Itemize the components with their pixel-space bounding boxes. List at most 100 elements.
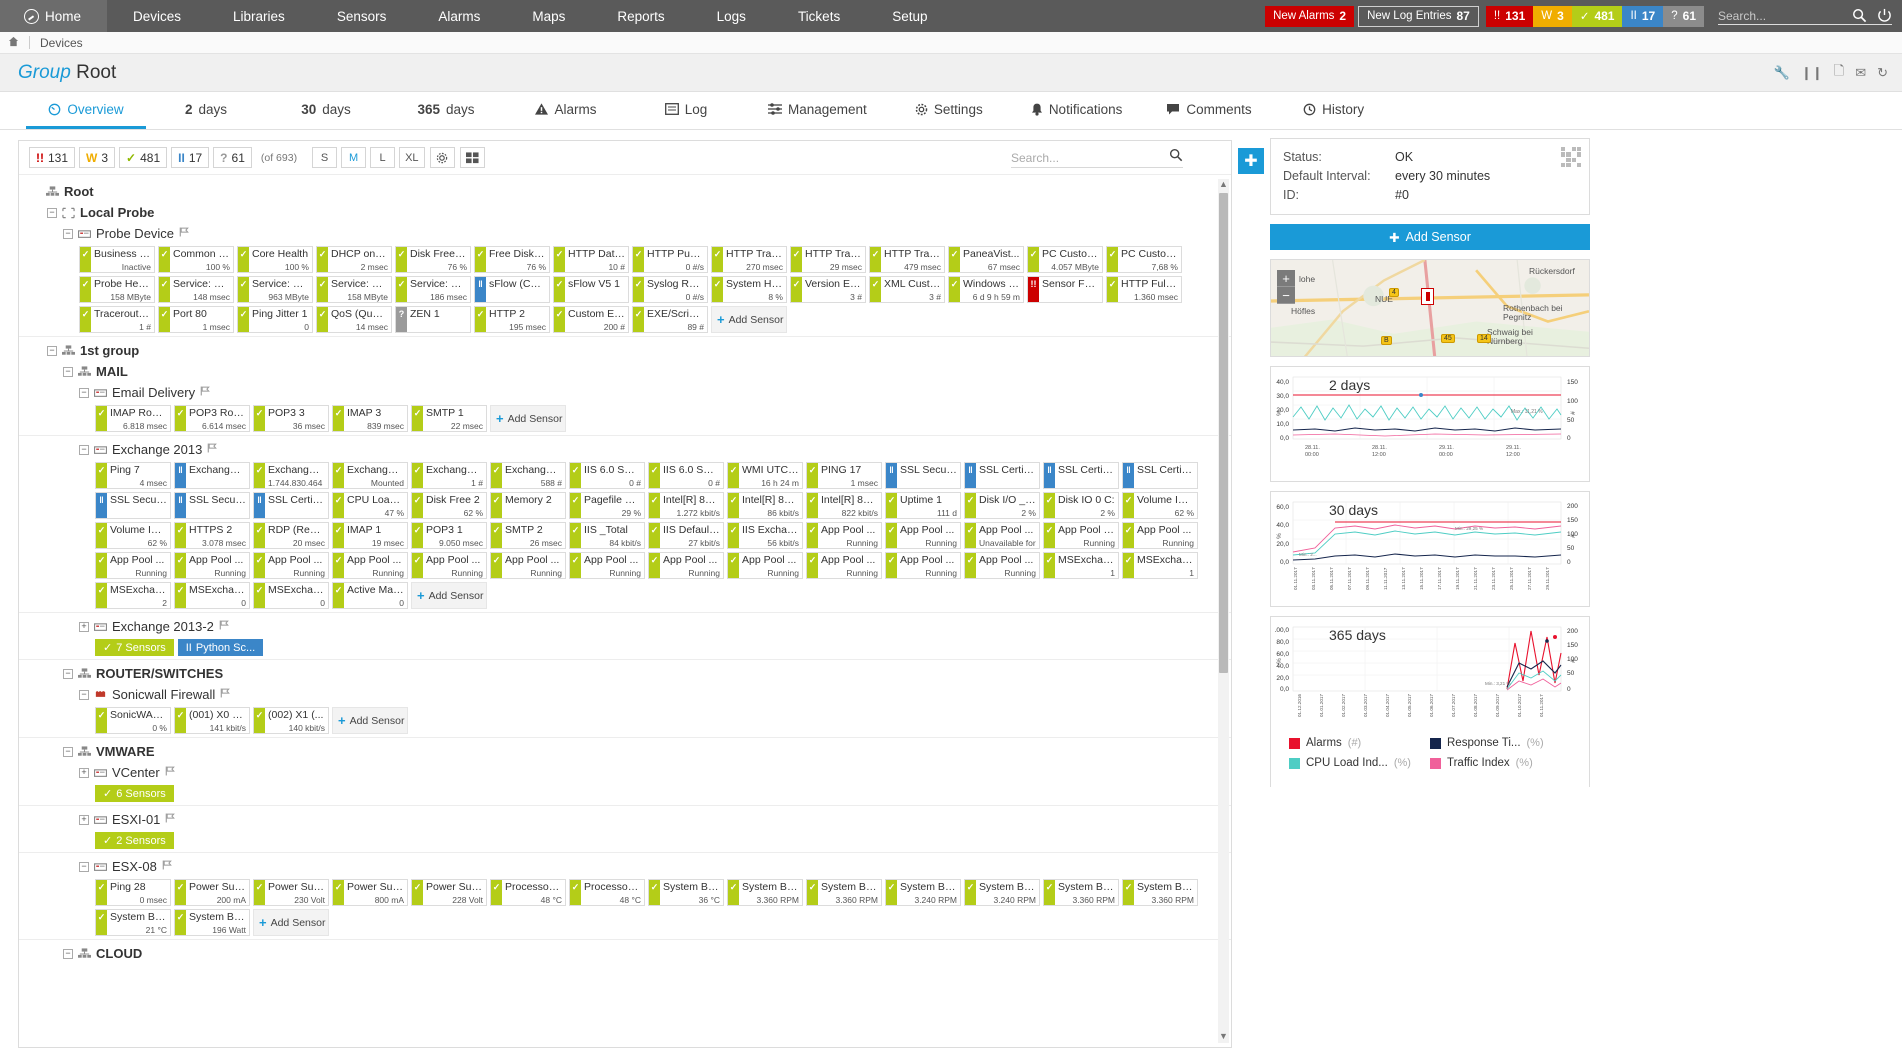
sensor-tile[interactable]: ✓App Pool ...Running: [569, 552, 645, 579]
sensor-tile[interactable]: ✓App Pool ...Running: [885, 522, 961, 549]
add-sensor-button[interactable]: ✚ Add Sensor: [1270, 224, 1590, 250]
sensor-tile[interactable]: ✓Version Ext...3 #: [790, 276, 866, 303]
sensor-tile[interactable]: ‖SSL Certifi...: [964, 462, 1040, 489]
expand-toggle-icon[interactable]: +: [79, 815, 89, 825]
collapse-toggle-icon[interactable]: −: [63, 949, 73, 959]
map-zoom-out-button[interactable]: −: [1277, 287, 1295, 304]
sensor-tile[interactable]: ✓HTTP Tran...29 msec: [790, 246, 866, 273]
map-zoom-controls[interactable]: + −: [1277, 270, 1295, 304]
tree-search-icon[interactable]: [1169, 148, 1183, 165]
sensor-tile[interactable]: ✓App Pool ...Running: [648, 552, 724, 579]
tree-scrollbar[interactable]: ▲ ▼: [1218, 179, 1229, 1043]
sensor-tile[interactable]: ✓Service: PR...148 msec: [158, 276, 234, 303]
sensor-tile[interactable]: ✓IIS 6.0 SM...0 #: [648, 462, 724, 489]
sensor-tile[interactable]: ✓Service: PR...186 msec: [395, 276, 471, 303]
sensor-tile[interactable]: ✓RDP (Rem...20 msec: [253, 522, 329, 549]
grid-icon[interactable]: [460, 147, 485, 168]
mail-icon[interactable]: ✉: [1855, 65, 1866, 81]
status-pill-1[interactable]: W3: [1533, 6, 1572, 27]
sensor-tile[interactable]: ✓Exchange ...Mounted: [332, 462, 408, 489]
home-icon[interactable]: [8, 36, 19, 50]
search-input[interactable]: [1718, 9, 1846, 23]
sensor-tile[interactable]: ✓IIS 6.0 SM...0 #: [569, 462, 645, 489]
sensor-tile[interactable]: ✓App Pool ...Running: [253, 552, 329, 579]
tree-node-exchange-2013[interactable]: −Exchange 2013: [19, 439, 1231, 460]
sensor-tile[interactable]: ✓Ping Jitter 10: [237, 306, 313, 333]
status-pill-0[interactable]: !!131: [1486, 6, 1533, 27]
sensor-tile[interactable]: ✓App Pool ...Running: [727, 552, 803, 579]
sensor-tile[interactable]: ✓Ping 74 msec: [95, 462, 171, 489]
sensor-tile[interactable]: ✓PC Custom...7,68 %: [1106, 246, 1182, 273]
sensor-tile[interactable]: ✓Business P...Inactive: [79, 246, 155, 273]
tree-node-local-probe[interactable]: −Local Probe: [19, 202, 1231, 223]
sensor-tile[interactable]: ✓(002) X1 (...140 kbit/s: [253, 707, 329, 734]
sensor-tile[interactable]: ✓Pagefile Us...29 %: [569, 492, 645, 519]
sensor-tile[interactable]: !!Sensor Fac...: [1027, 276, 1103, 303]
sensor-tile[interactable]: ✓System Bo...3.240 RPM: [885, 879, 961, 906]
sensor-tile[interactable]: ✓App Pool ...Running: [885, 552, 961, 579]
nav-item-alarms[interactable]: Alarms: [412, 0, 506, 32]
sensor-tile[interactable]: ✓SonicWAL...0 %: [95, 707, 171, 734]
sensor-tile[interactable]: ?ZEN 1: [395, 306, 471, 333]
tree-node-esx-08[interactable]: −ESX-08: [19, 856, 1231, 877]
sensor-tile[interactable]: ✓MSExchan...0: [253, 582, 329, 609]
tree-node-vcenter[interactable]: +VCenter: [19, 762, 1231, 783]
tree-counter-2[interactable]: ✓481: [119, 147, 167, 168]
sensor-tile[interactable]: ✓HTTP Data...10 #: [553, 246, 629, 273]
nav-item-home[interactable]: Home: [0, 0, 107, 32]
sensor-tile[interactable]: ✓Disk IO 0 C:2 %: [1043, 492, 1119, 519]
tree-node-router-switches[interactable]: −ROUTER/SWITCHES: [19, 663, 1231, 684]
search-icon[interactable]: [1852, 8, 1867, 23]
tree-node-probe-device[interactable]: −Probe Device: [19, 223, 1231, 244]
add-sensor-tile[interactable]: +Add Sensor: [253, 909, 329, 936]
expand-toggle-icon[interactable]: +: [79, 768, 89, 778]
sensor-tile[interactable]: ✓App Pool ...Running: [332, 552, 408, 579]
tree-node-esxi-01[interactable]: +ESXI-01: [19, 809, 1231, 830]
status-pill-4[interactable]: ?61: [1663, 6, 1704, 27]
sensor-tile[interactable]: ✓Exchange ...1.744.830.464 ...: [253, 462, 329, 489]
tree-counter-4[interactable]: ?61: [213, 147, 252, 168]
nav-item-tickets[interactable]: Tickets: [772, 0, 866, 32]
sensor-tile[interactable]: ‖SSL Securi...: [95, 492, 171, 519]
tab-notifications[interactable]: Notifications: [1009, 92, 1145, 129]
sensor-tile[interactable]: ✓Volume IO ...62 %: [95, 522, 171, 549]
collapse-toggle-icon[interactable]: −: [79, 388, 89, 398]
tree-node-1st-group[interactable]: −1st group: [19, 340, 1231, 361]
sensor-tile[interactable]: ✓MSExchan...1: [1122, 552, 1198, 579]
sensor-tile[interactable]: ✓Ping 280 msec: [95, 879, 171, 906]
sensor-tile[interactable]: ✓Power Sup...228 Volt: [411, 879, 487, 906]
status-pill-2[interactable]: ✓481: [1572, 6, 1623, 27]
sensor-tile[interactable]: ‖SSL Securi...: [885, 462, 961, 489]
sensor-tile[interactable]: ✓sFlow V5 1: [553, 276, 629, 303]
sensor-tile[interactable]: ✓App Pool ...Running: [964, 552, 1040, 579]
tab-30-days[interactable]: 30days: [266, 92, 386, 129]
sensor-tile[interactable]: ✓Power Sup...200 mA: [174, 879, 250, 906]
tab-2-days[interactable]: 2days: [146, 92, 266, 129]
sensor-tile[interactable]: ✓Service: PR...963 MByte: [237, 276, 313, 303]
breadcrumb-current[interactable]: Devices: [40, 36, 83, 50]
flag-icon[interactable]: [207, 443, 217, 456]
add-sensor-tile[interactable]: +Add Sensor: [332, 707, 408, 734]
tree-node-sonicwall-firewall[interactable]: −Sonicwall Firewall: [19, 684, 1231, 705]
sensor-tile[interactable]: ✓IMAP 3839 msec: [332, 405, 408, 432]
sensor-tile[interactable]: ✓Windows S...6 d 9 h 59 m: [948, 276, 1024, 303]
sensor-tile[interactable]: ✓App Pool ...Running: [806, 552, 882, 579]
tab-alarms[interactable]: Alarms: [506, 92, 626, 129]
sensor-tile[interactable]: ✓IMAP 119 msec: [332, 522, 408, 549]
sensor-tile[interactable]: ✓Custom EX...200 #: [553, 306, 629, 333]
scroll-up-icon[interactable]: ▲: [1219, 179, 1228, 191]
sensor-tile[interactable]: ✓Memory 2: [490, 492, 566, 519]
add-sensor-tile[interactable]: +Add Sensor: [411, 582, 487, 609]
tab-overview[interactable]: Overview: [26, 92, 146, 129]
sensor-tile[interactable]: ✓System Bo...3.360 RPM: [1122, 879, 1198, 906]
flag-icon[interactable]: [200, 386, 210, 399]
tree-counter-3[interactable]: II17: [171, 147, 209, 168]
sensor-tile[interactable]: ✓Service: PR...158 MByte: [316, 276, 392, 303]
sensor-tile[interactable]: ✓Power Sup...230 Volt: [253, 879, 329, 906]
collapse-toggle-icon[interactable]: −: [47, 346, 57, 356]
summary-chip[interactable]: ✓2 Sensors: [95, 832, 174, 849]
chart-2-days[interactable]: 2 days 40,0 30,0 20,0 10,0 0,0 % # 150 1…: [1270, 366, 1590, 482]
add-sensor-tile[interactable]: +Add Sensor: [490, 405, 566, 432]
tab-history[interactable]: History: [1274, 92, 1394, 129]
sensor-tile[interactable]: ✓System Bo...3.360 RPM: [727, 879, 803, 906]
